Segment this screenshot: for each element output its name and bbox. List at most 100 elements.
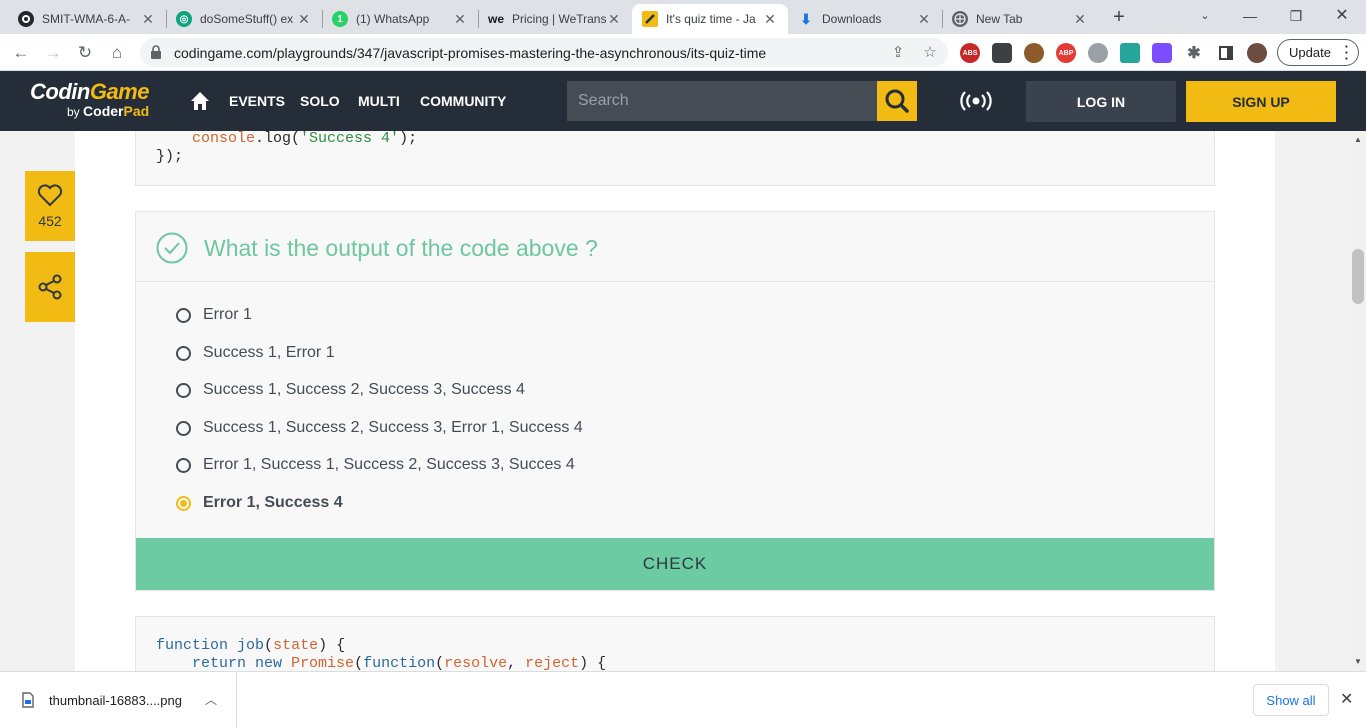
quiz-option[interactable]: Success 1, Error 1	[176, 341, 335, 365]
profile-avatar[interactable]	[1247, 43, 1267, 63]
abs-extension-icon[interactable]: ABS	[960, 43, 980, 63]
tab-title: New Tab	[976, 12, 1023, 26]
minimize-icon[interactable]: —	[1230, 4, 1270, 28]
scroll-down-icon[interactable]: ▼	[1350, 657, 1366, 666]
option-label: Error 1, Success 4	[203, 494, 343, 511]
nav-community[interactable]: COMMUNITY	[420, 93, 506, 109]
browser-tab-github[interactable]: SMIT-WMA-6-A- ✕	[8, 4, 166, 34]
live-broadcast-icon[interactable]	[958, 91, 994, 111]
code-line: return new Promise(function(resolve, rej…	[192, 655, 607, 671]
download-item[interactable]: thumbnail-16883....png ︿	[0, 672, 237, 728]
tab-search-icon[interactable]: ⌄	[1185, 4, 1225, 28]
quiz-header: What is the output of the code above ?	[136, 212, 1214, 282]
update-button[interactable]: Update · · ·	[1277, 39, 1359, 66]
site-header: CodinGame by CoderPad EVENTS SOLO MULTI …	[0, 71, 1366, 131]
page-scrollbar[interactable]: ▲ ▼	[1350, 131, 1366, 671]
browser-tab-wetransfer[interactable]: we Pricing | WeTrans ✕	[478, 4, 632, 34]
quiz-option-selected[interactable]: Error 1, Success 4	[176, 491, 343, 515]
puzzle-extensions-icon[interactable]: ✱	[1184, 43, 1204, 63]
github-icon	[18, 11, 34, 27]
codingame-logo[interactable]: CodinGame by CoderPad	[30, 79, 149, 119]
tab-title: doSomeStuff() ex	[200, 12, 294, 26]
radio-button[interactable]	[176, 457, 191, 473]
quiz-option[interactable]: Error 1	[176, 303, 252, 327]
scroll-up-icon[interactable]: ▲	[1350, 135, 1366, 144]
close-icon[interactable]: ✕	[916, 11, 932, 28]
gradient-extension-icon[interactable]	[1152, 43, 1172, 63]
tab-title: Pricing | WeTrans	[512, 12, 606, 26]
radio-button[interactable]	[176, 307, 191, 323]
new-tab-icon[interactable]: +	[1108, 6, 1130, 28]
tab-title: It's quiz time - Ja	[666, 12, 756, 26]
globe-icon	[952, 11, 968, 27]
side-panel-icon[interactable]	[1216, 43, 1236, 63]
window-close-icon[interactable]: ✕	[1322, 4, 1362, 28]
code-line: });	[156, 148, 184, 165]
address-bar[interactable]: codingame.com/playgrounds/347/javascript…	[140, 38, 948, 67]
tab-title: SMIT-WMA-6-A-	[42, 12, 130, 26]
close-icon[interactable]: ✕	[296, 11, 312, 28]
download-filename: thumbnail-16883....png	[49, 693, 182, 708]
search-input[interactable]	[567, 81, 877, 121]
cookie-extension-icon[interactable]	[1024, 43, 1044, 63]
code-block-bottom: function job(state) { return new Promise…	[135, 616, 1215, 671]
close-icon[interactable]: ✕	[452, 11, 468, 28]
browser-tab-strip: SMIT-WMA-6-A- ✕ ◎ doSomeStuff() ex ✕ 1 (…	[0, 0, 1366, 34]
lock-icon	[151, 45, 161, 59]
quiz-option[interactable]: Success 1, Success 2, Success 3, Success…	[176, 378, 525, 402]
quiz-question: What is the output of the code above ?	[204, 235, 598, 261]
heart-icon	[37, 184, 63, 207]
browser-tab-whatsapp[interactable]: 1 (1) WhatsApp ✕	[322, 4, 478, 34]
radio-button[interactable]	[176, 420, 191, 436]
scrollbar-thumb[interactable]	[1352, 249, 1364, 304]
share-page-icon[interactable]: ⇪	[888, 43, 908, 63]
home-icon[interactable]	[190, 91, 210, 111]
search-icon	[885, 89, 909, 113]
robot-extension-icon[interactable]	[992, 43, 1012, 63]
links-extension-icon[interactable]	[1088, 43, 1108, 63]
signup-button[interactable]: SIGN UP	[1186, 81, 1336, 122]
share-button[interactable]	[25, 252, 75, 322]
tab-title: Downloads	[822, 12, 882, 26]
restore-icon[interactable]: ❐	[1276, 4, 1316, 28]
browser-tab-downloads[interactable]: ⬇ Downloads ✕	[788, 4, 942, 34]
quiz-option[interactable]: Error 1, Success 1, Success 2, Success 3…	[176, 453, 575, 477]
option-label: Success 1, Error 1	[203, 344, 335, 361]
nav-solo[interactable]: SOLO	[300, 93, 340, 109]
code-block-top: console.log('Success 4'); });	[135, 131, 1215, 186]
radio-button-selected[interactable]	[176, 495, 191, 511]
option-label: Success 1, Success 2, Success 3, Success…	[203, 381, 525, 398]
quiz-option[interactable]: Success 1, Success 2, Success 3, Error 1…	[176, 416, 583, 440]
nav-multi[interactable]: MULTI	[358, 93, 400, 109]
close-icon[interactable]: ✕	[762, 11, 778, 28]
radio-button[interactable]	[176, 345, 191, 361]
chevron-up-icon[interactable]: ︿	[205, 691, 217, 708]
back-icon[interactable]: ←	[8, 40, 34, 66]
browser-tab-codingame-active[interactable]: It's quiz time - Ja ✕	[632, 4, 788, 34]
browser-tab-newtab[interactable]: New Tab ✕	[942, 4, 1098, 34]
close-icon[interactable]: ✕	[1340, 689, 1353, 709]
share-icon	[38, 274, 62, 300]
radio-button[interactable]	[176, 382, 191, 398]
show-all-button[interactable]: Show all	[1253, 684, 1329, 716]
browser-tab-openai[interactable]: ◎ doSomeStuff() ex ✕	[166, 4, 322, 34]
url-text: codingame.com/playgrounds/347/javascript…	[174, 45, 767, 61]
bookmark-star-icon[interactable]: ☆	[920, 43, 940, 63]
close-icon[interactable]: ✕	[606, 11, 622, 28]
adblock-plus-icon[interactable]: ABP	[1056, 43, 1076, 63]
nav-events[interactable]: EVENTS	[229, 93, 285, 109]
download-bar: thumbnail-16883....png ︿ Show all ✕	[0, 671, 1366, 728]
close-icon[interactable]: ✕	[1072, 11, 1088, 28]
wetransfer-icon: we	[488, 12, 505, 26]
login-button[interactable]: LOG IN	[1026, 81, 1176, 122]
code-line: function job(state) {	[156, 637, 346, 654]
eyedropper-extension-icon[interactable]	[1120, 43, 1140, 63]
home-icon[interactable]: ⌂	[104, 40, 130, 66]
search-button[interactable]	[877, 81, 917, 121]
close-icon[interactable]: ✕	[140, 11, 156, 28]
like-button[interactable]: 452	[25, 171, 75, 241]
option-label: Success 1, Success 2, Success 3, Error 1…	[203, 419, 583, 436]
check-button[interactable]: CHECK	[136, 538, 1214, 590]
forward-icon[interactable]: →	[40, 40, 66, 66]
reload-icon[interactable]: ↻	[72, 40, 98, 66]
